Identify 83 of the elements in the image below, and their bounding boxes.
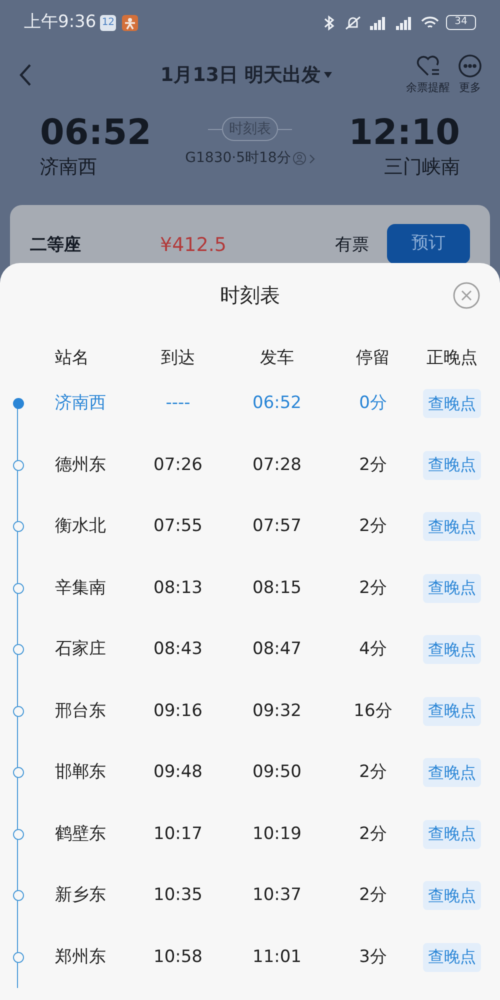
availability: 有票 (335, 234, 369, 257)
departure-time: 10:37 (252, 884, 302, 907)
departure-time: 10:19 (252, 822, 302, 846)
mute-icon (344, 14, 362, 30)
arrival-time: 07:55 (152, 515, 204, 538)
more-icon (458, 54, 482, 78)
departure-time: 06:52 (252, 392, 302, 415)
arrival-time: 08:43 (152, 638, 204, 661)
caret-icon (324, 72, 332, 78)
station-name: 邯郸东 (54, 761, 107, 784)
sheet-title: 时刻表 (220, 282, 280, 309)
heart-icon (415, 54, 441, 78)
column-header: 到达 (160, 346, 196, 370)
arrive-time: 12:10 (348, 113, 460, 153)
check-delay-button[interactable]: 查晚点 (423, 758, 481, 788)
calendar-icon: 12 (100, 14, 116, 30)
station-name: 郑州东 (54, 946, 107, 968)
departure-time: 08:15 (252, 576, 302, 600)
check-delay-button[interactable]: 查晚点 (423, 696, 481, 726)
depart-time: 06:52 (40, 113, 152, 153)
station-name: 鹤壁东 (54, 822, 107, 846)
station-name: 济南西 (54, 392, 107, 415)
arrival-time: 10:35 (152, 884, 204, 907)
check-delay-button[interactable]: 查晚点 (423, 942, 481, 972)
check-delay-button[interactable]: 查晚点 (423, 635, 481, 664)
arrive-station: 三门峡南 (384, 155, 460, 180)
stop-duration: 2分 (358, 576, 388, 600)
departure-time: 08:47 (252, 638, 302, 661)
arrival-time: 09:48 (152, 761, 204, 784)
signal-icon (368, 14, 388, 30)
check-delay-button[interactable]: 查晚点 (423, 389, 481, 418)
stop-duration: 2分 (358, 884, 388, 907)
stop-duration: 2分 (358, 822, 388, 846)
departure-time: 11:01 (252, 946, 302, 968)
person-icon (292, 152, 306, 165)
departure-time: 07:28 (252, 454, 302, 476)
arrival-time: ---- (164, 392, 192, 415)
column-header: 停留 (355, 346, 391, 370)
station-name: 辛集南 (54, 576, 107, 600)
depart-station: 济南西 (40, 155, 98, 180)
arrival-time: 07:26 (152, 454, 204, 476)
station-name: 邢台东 (54, 700, 107, 722)
check-delay-button[interactable]: 查晚点 (423, 820, 481, 849)
bluetooth-icon (322, 14, 336, 30)
check-delay-button[interactable]: 查晚点 (423, 574, 481, 603)
date-title[interactable]: 1月13日 明天出发 (160, 60, 321, 90)
stop-duration: 4分 (358, 638, 388, 661)
stop-duration: 0分 (358, 392, 388, 415)
stop-duration: 3分 (358, 946, 388, 968)
chevron-icon (308, 154, 315, 164)
check-delay-button[interactable]: 查晚点 (423, 450, 481, 480)
book-button[interactable]: 预订 (387, 224, 470, 264)
station-name: 新乡东 (54, 884, 107, 907)
departure-time: 07:57 (252, 515, 302, 538)
battery-icon: 34 (446, 15, 476, 30)
header-action-button[interactable]: 余票提醒 (406, 54, 450, 96)
signal-icon (394, 14, 414, 30)
seat-class: 二等座 (30, 234, 82, 257)
train-info: G1830·5时18分 (185, 149, 291, 168)
seat-price: ¥412.5 (160, 233, 226, 258)
stop-duration: 2分 (358, 761, 388, 784)
arrival-time: 08:13 (152, 576, 204, 600)
close-icon[interactable] (453, 282, 480, 309)
status-time: 上午9:36 (24, 10, 96, 34)
stop-duration: 2分 (358, 454, 388, 476)
app-icon (122, 14, 138, 30)
departure-time: 09:32 (252, 700, 302, 722)
wifi-icon (420, 14, 440, 30)
stop-duration: 16分 (352, 700, 394, 722)
station-name: 石家庄 (54, 638, 107, 661)
check-delay-button[interactable]: 查晚点 (423, 881, 481, 910)
header-action-button[interactable]: 更多 (458, 54, 482, 96)
check-delay-button[interactable]: 查晚点 (423, 512, 481, 542)
column-header: 站名 (54, 346, 90, 370)
column-header: 发车 (259, 346, 295, 370)
station-name: 衡水北 (54, 515, 107, 538)
departure-time: 09:50 (252, 761, 302, 784)
stop-duration: 2分 (358, 515, 388, 538)
station-name: 德州东 (54, 454, 107, 476)
arrival-time: 10:58 (152, 946, 204, 968)
arrival-time: 09:16 (152, 700, 204, 722)
column-header: 正晚点 (426, 346, 478, 370)
arrival-time: 10:17 (152, 822, 204, 846)
